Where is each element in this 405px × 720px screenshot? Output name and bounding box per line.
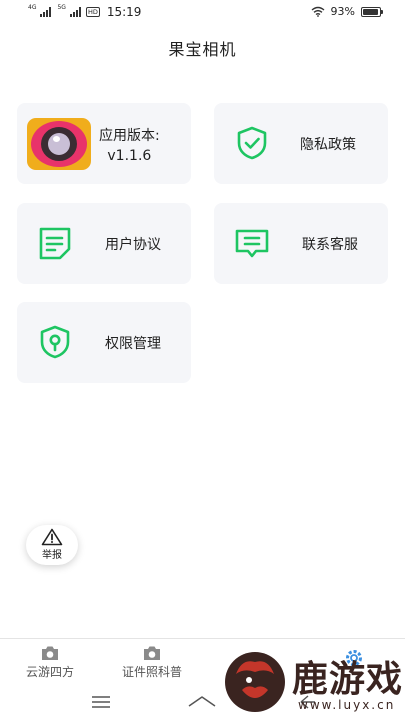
status-time: 15:19	[106, 5, 142, 19]
signal-strength-icon	[69, 7, 81, 17]
battery-icon	[361, 6, 383, 17]
home-icon[interactable]	[187, 694, 217, 708]
user-agreement-label: 用户协议	[105, 237, 161, 253]
watermark: 鹿游戏 www.luyx.cn	[220, 640, 405, 720]
battery-percent: 93%	[330, 5, 355, 18]
nav-item-travel[interactable]: 云游四方	[20, 645, 80, 680]
watermark-url: www.luyx.cn	[298, 698, 396, 712]
status-right: 93%	[311, 5, 383, 18]
contact-service-card[interactable]: 联系客服	[214, 203, 388, 284]
privacy-policy-label: 隐私政策	[300, 137, 356, 153]
version-info: 应用版本: v1.1.6	[99, 126, 160, 166]
nav-item-id-photo[interactable]: 证件照科普	[113, 645, 191, 680]
camera-icon	[144, 646, 160, 660]
contact-service-label: 联系客服	[302, 237, 358, 253]
version-label: 应用版本:	[99, 128, 160, 144]
signal-strength-icon	[40, 7, 52, 17]
version-value: v1.1.6	[107, 148, 152, 164]
app-version-card[interactable]: 应用版本: v1.1.6	[17, 103, 191, 184]
page-title: 果宝相机	[168, 40, 237, 59]
privacy-policy-card[interactable]: 隐私政策	[214, 103, 388, 184]
user-agreement-card[interactable]: 用户协议	[17, 203, 191, 284]
watermark-title: 鹿游戏	[292, 659, 404, 700]
menu-icon[interactable]	[91, 695, 111, 709]
document-icon	[39, 227, 71, 260]
nav-label-id-photo: 证件照科普	[121, 665, 182, 679]
camera-icon	[42, 646, 58, 660]
warning-triangle-icon	[41, 528, 63, 546]
app-logo	[27, 118, 91, 170]
permission-management-label: 权限管理	[105, 336, 161, 352]
permission-management-card[interactable]: 权限管理	[17, 302, 191, 383]
status-bar: 4G 5G HD 15:19 93%	[0, 0, 405, 26]
battery-fill	[363, 8, 378, 15]
report-label: 举报	[42, 550, 62, 561]
hd-voice-badge: HD	[85, 7, 100, 17]
nav-label-travel: 云游四方	[25, 665, 74, 679]
shield-keyhole-icon	[40, 325, 70, 359]
chat-bubble-icon	[235, 229, 269, 258]
sim2-label: 5G	[57, 4, 66, 11]
status-left: 4G 5G HD 15:19	[28, 4, 142, 20]
shield-check-icon	[237, 126, 267, 160]
deer-logo-icon	[225, 652, 285, 712]
wifi-icon	[311, 6, 324, 17]
sim1-label: 4G	[28, 4, 37, 11]
report-button[interactable]: 举报	[26, 525, 78, 565]
